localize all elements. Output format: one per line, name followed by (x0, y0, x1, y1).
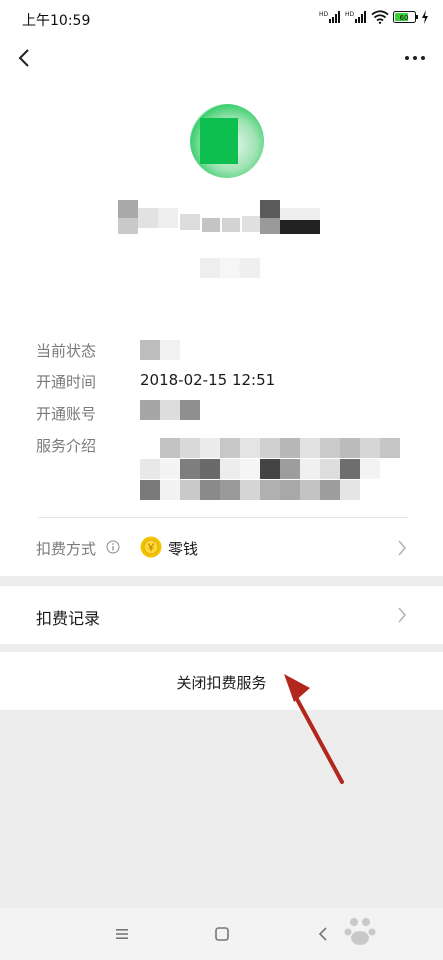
paw-logo-icon (344, 918, 376, 945)
open-time-value: 2018-02-15 12:51 (140, 371, 276, 389)
section-gap (0, 576, 443, 586)
battery-icon: 60 (393, 11, 418, 23)
payment-method-label: 扣费方式 (36, 540, 97, 558)
watermark-logo (330, 906, 440, 956)
status-value-mosaic (140, 340, 180, 360)
more-dots-icon (405, 56, 425, 60)
account-label: 开通账号 (36, 405, 97, 423)
chevron-left-icon (18, 49, 29, 67)
back-button[interactable] (8, 40, 44, 76)
charging-icon (422, 10, 428, 24)
status-icons: HD HD 60 (319, 10, 429, 26)
status-label: 当前状态 (36, 342, 97, 360)
home-button[interactable] (210, 922, 234, 946)
service-logo (190, 104, 264, 178)
battery-level: 60 (400, 14, 409, 22)
service-sub-mosaic (200, 258, 260, 278)
signal-hd-label: HD (319, 11, 329, 18)
chevron-right-icon (398, 607, 407, 623)
annotation-arrow-icon (284, 674, 344, 784)
payment-method-value: 零钱 (168, 540, 199, 558)
divider (38, 517, 408, 518)
signal-icon: HD (319, 11, 340, 23)
home-square-icon (215, 927, 229, 941)
wifi-icon (371, 10, 389, 24)
empty-area (0, 710, 443, 908)
menu-icon (116, 929, 128, 939)
section-gap (0, 644, 443, 652)
menu-button[interactable] (110, 922, 134, 946)
more-button[interactable] (397, 40, 433, 76)
open-time-label: 开通时间 (36, 373, 97, 391)
status-time: 上午10:59 (22, 13, 91, 29)
service-logo-tile (200, 118, 238, 164)
service-name-mosaic (118, 200, 326, 236)
payment-method-row[interactable]: 扣费方式 零钱 (0, 526, 443, 572)
signal-hd-label: HD (345, 11, 355, 18)
chevron-right-icon (398, 540, 407, 556)
close-service-button[interactable]: 关闭扣费服务 (0, 652, 443, 710)
deduction-records-label: 扣费记录 (36, 609, 101, 628)
account-value-mosaic (140, 400, 200, 420)
service-intro-label: 服务介绍 (36, 437, 97, 455)
deduction-records-row[interactable]: 扣费记录 (0, 586, 443, 644)
close-service-label: 关闭扣费服务 (176, 674, 267, 692)
coin-icon (140, 536, 162, 558)
status-bar: 上午10:59 HD HD 60 (0, 0, 443, 36)
info-circle-icon[interactable] (106, 540, 120, 554)
service-intro-mosaic (140, 438, 400, 500)
signal-icon: HD (345, 11, 366, 23)
nav-bar (0, 36, 443, 82)
